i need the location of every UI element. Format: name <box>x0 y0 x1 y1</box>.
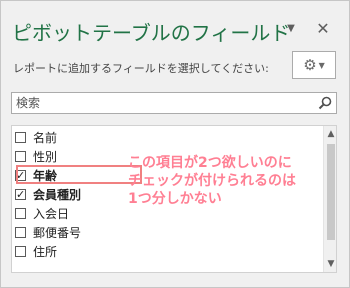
scrollbar-thumb[interactable] <box>327 144 335 240</box>
annotation-line: チェックが付けられるのは <box>128 173 296 189</box>
vertical-scrollbar[interactable]: ▲ ▼ <box>323 126 336 272</box>
close-icon[interactable]: ✕ <box>314 19 332 38</box>
tools-button[interactable]: ⚙ ▼ <box>292 51 336 79</box>
pivot-field-list-pane: ピボットテーブルのフィールド ▼ ✕ レポートに追加するフィールドを選択してくだ… <box>0 0 350 288</box>
field-checkbox-checked[interactable]: ✓ <box>15 189 26 200</box>
annotation-line: この項目が2つ欲しいのに <box>128 155 292 171</box>
chevron-down-icon: ▼ <box>318 60 325 70</box>
field-label: 性別 <box>33 150 58 164</box>
annotation-callout: この項目が2つ欲しいのに チェックが付けられるのは 1つ分しかない <box>128 154 324 208</box>
field-label: 郵便番号 <box>33 226 82 240</box>
field-checkbox[interactable] <box>15 132 26 143</box>
search-icon[interactable] <box>318 96 332 110</box>
field-checkbox[interactable] <box>15 227 26 238</box>
field-label: 名前 <box>33 131 58 145</box>
search-box <box>11 92 337 114</box>
annotation-line: 1つ分しかない <box>128 191 222 207</box>
chevron-down-icon[interactable]: ▼ <box>282 19 300 37</box>
scroll-up-icon[interactable]: ▲ <box>324 127 336 141</box>
field-checkbox[interactable] <box>15 151 26 162</box>
field-label: 住所 <box>33 245 58 259</box>
pane-title: ピボットテーブルのフィールド <box>12 21 291 45</box>
field-label: 入会日 <box>33 207 70 221</box>
search-input[interactable] <box>12 93 312 113</box>
instruction-text: レポートに追加するフィールドを選択してください: <box>13 62 269 75</box>
field-label: 会員種別 <box>33 188 82 202</box>
field-checkbox[interactable] <box>15 246 26 257</box>
field-checkbox[interactable] <box>15 208 26 219</box>
gear-icon: ⚙ <box>303 55 317 74</box>
scroll-down-icon[interactable]: ▼ <box>324 257 336 271</box>
field-list: 名前 性別 ✓ 年齢 ✓ 会員種別 入会日 郵便番号 住所 この項目が2つ欲しい… <box>11 125 337 273</box>
highlight-box <box>16 165 142 184</box>
